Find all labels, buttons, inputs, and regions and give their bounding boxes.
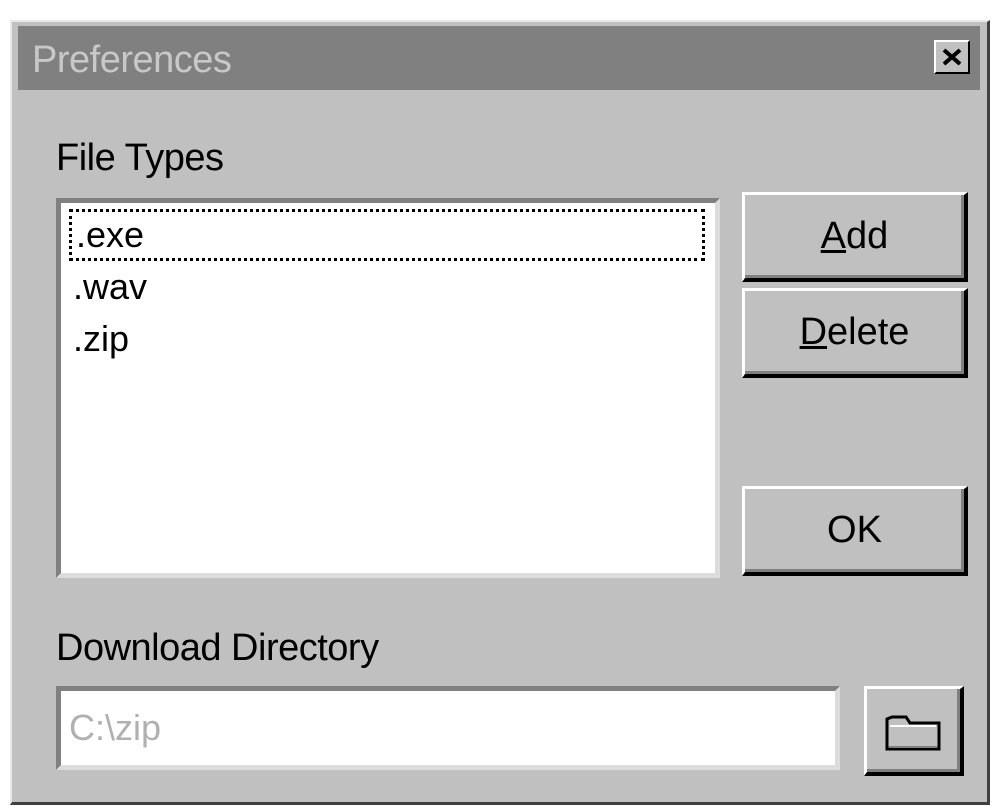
- ok-button[interactable]: OK: [742, 486, 968, 576]
- list-item[interactable]: .zip: [69, 313, 129, 365]
- folder-icon: [885, 715, 940, 750]
- file-types-listbox[interactable]: .exe .wav .zip: [56, 198, 720, 578]
- window-title: Preferences: [32, 39, 232, 81]
- close-button[interactable]: [934, 40, 970, 74]
- delete-button[interactable]: Delete: [742, 288, 968, 378]
- close-icon: [942, 48, 962, 66]
- delete-button-label: elete: [827, 311, 910, 353]
- title-bar: Preferences: [18, 26, 980, 90]
- add-button[interactable]: Add: [742, 192, 968, 282]
- download-directory-label: Download Directory: [56, 627, 379, 669]
- add-button-accel: A: [820, 215, 847, 257]
- browse-button[interactable]: [864, 686, 964, 776]
- file-types-label: File Types: [56, 137, 224, 179]
- add-button-label: dd: [846, 215, 889, 257]
- preferences-dialog: Preferences File Types .exe .wav .zip Ad…: [10, 20, 990, 805]
- list-item[interactable]: .wav: [69, 261, 147, 313]
- delete-button-accel: D: [799, 311, 828, 353]
- download-directory-field[interactable]: [56, 686, 840, 770]
- list-item[interactable]: .exe: [69, 209, 705, 261]
